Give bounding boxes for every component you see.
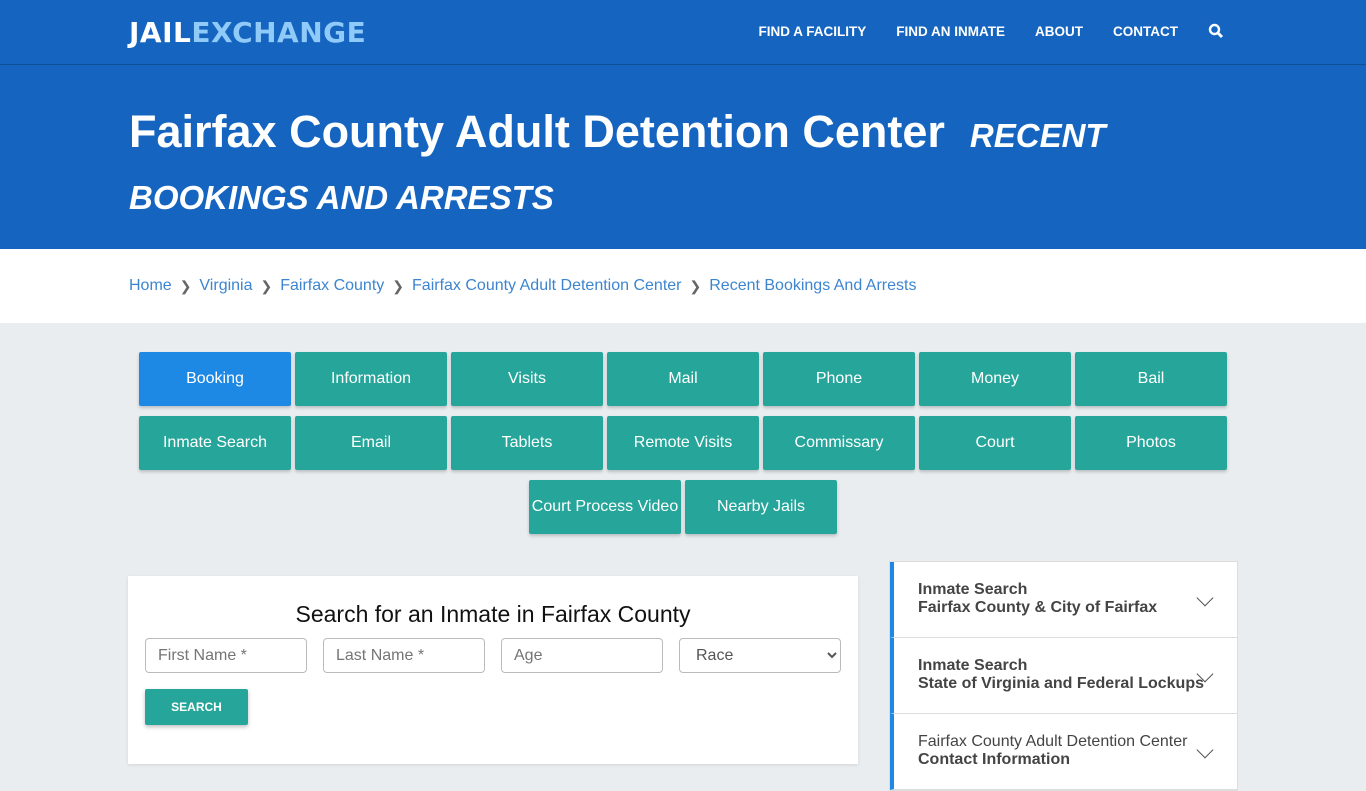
last-name-input[interactable] [323, 638, 485, 673]
tile-tablets[interactable]: Tablets [451, 416, 603, 470]
inmate-search-panel: Search for an Inmate in Fairfax County R… [128, 576, 858, 764]
top-nav: JAILEXCHANGE FIND A FACILITY FIND AN INM… [0, 0, 1366, 65]
nav-find-inmate[interactable]: FIND AN INMATE [896, 24, 1005, 39]
chevron-right-icon: ❯ [392, 277, 405, 294]
accordion-county-search[interactable]: Inmate Search Fairfax County & City of Fa… [890, 562, 1237, 638]
tile-information[interactable]: Information [295, 352, 447, 406]
nav-find-facility[interactable]: FIND A FACILITY [759, 24, 867, 39]
age-input[interactable] [501, 638, 663, 673]
search-title: Search for an Inmate in Fairfax County [295, 601, 691, 627]
breadcrumb-home[interactable]: Home [129, 277, 172, 295]
accordion-state-search[interactable]: Inmate Search State of Virginia and Feder… [890, 638, 1237, 714]
tile-inmate-search[interactable]: Inmate Search [139, 416, 291, 470]
tile-commissary[interactable]: Commissary [763, 416, 915, 470]
tile-remote-visits[interactable]: Remote Visits [607, 416, 759, 470]
chevron-right-icon: ❯ [179, 277, 192, 294]
accordion-contact-info[interactable]: Fairfax County Adult Detention Center Con… [890, 714, 1237, 790]
breadcrumb-facility[interactable]: Fairfax County Adult Detention Center [412, 277, 681, 295]
breadcrumb-county[interactable]: Fairfax County [280, 277, 384, 295]
chevron-right-icon: ❯ [260, 277, 273, 294]
facility-tiles: Booking Information Visits Mail Phone Mo… [137, 352, 1229, 534]
tile-court-process-video[interactable]: Court Process Video [529, 480, 681, 534]
sidebar-accordion: Inmate Search Fairfax County & City of Fa… [889, 561, 1238, 791]
nav-about[interactable]: ABOUT [1035, 24, 1083, 39]
search-icon[interactable] [1208, 23, 1224, 39]
breadcrumb: Home ❯ Virginia ❯ Fairfax County ❯ Fairfax … [0, 249, 1366, 323]
nav-contact[interactable]: CONTACT [1113, 24, 1178, 39]
tile-booking[interactable]: Booking [139, 352, 291, 406]
tile-court[interactable]: Court [919, 416, 1071, 470]
breadcrumb-current[interactable]: Recent Bookings And Arrests [709, 277, 916, 295]
tile-mail[interactable]: Mail [607, 352, 759, 406]
tile-money[interactable]: Money [919, 352, 1071, 406]
breadcrumb-state[interactable]: Virginia [199, 277, 252, 295]
chevron-right-icon: ❯ [689, 277, 702, 294]
race-select[interactable]: Race [679, 638, 841, 673]
tile-phone[interactable]: Phone [763, 352, 915, 406]
page-title: Fairfax County Adult Detention Center RE… [129, 106, 1106, 216]
first-name-input[interactable] [145, 638, 307, 673]
tile-photos[interactable]: Photos [1075, 416, 1227, 470]
logo[interactable]: JAILEXCHANGE [129, 16, 366, 49]
tile-nearby-jails[interactable]: Nearby Jails [685, 480, 837, 534]
tile-bail[interactable]: Bail [1075, 352, 1227, 406]
hero: Fairfax County Adult Detention Center RE… [0, 65, 1366, 249]
search-button[interactable]: SEARCH [145, 689, 248, 725]
tile-email[interactable]: Email [295, 416, 447, 470]
tile-visits[interactable]: Visits [451, 352, 603, 406]
